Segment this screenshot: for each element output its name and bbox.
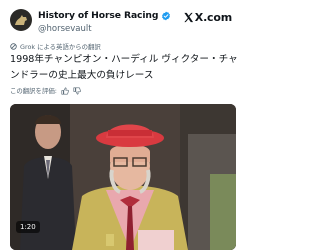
- grok-icon: [10, 43, 17, 50]
- video-thumbnail: [10, 104, 236, 250]
- handle[interactable]: @horsevault: [38, 24, 171, 34]
- thumbs-down-icon[interactable]: [73, 86, 81, 95]
- verified-badge-icon: [162, 11, 171, 20]
- horse-logo-icon: [15, 15, 27, 25]
- video-player[interactable]: 1:20: [10, 104, 236, 250]
- x-logo-icon: [184, 12, 193, 23]
- post-header: History of Horse Racing @horsevault X.co…: [10, 9, 236, 39]
- translation-note-text: Grok による英語からの翻訳: [20, 43, 101, 51]
- translation-note: Grok による英語からの翻訳: [10, 42, 101, 51]
- rate-translation-label: この翻訳を評価:: [10, 87, 57, 95]
- x-brand-link[interactable]: X.com: [183, 11, 232, 24]
- video-timestamp: 1:20: [16, 221, 40, 233]
- thumbs-up-icon[interactable]: [61, 86, 69, 95]
- display-name[interactable]: History of Horse Racing: [38, 10, 158, 21]
- x-brand-text: X.com: [194, 11, 232, 24]
- avatar[interactable]: [10, 9, 32, 31]
- post-text: 1998年チャンピオン・ハーディル ヴィクター・チャンドラーの史上最大の負けレー…: [10, 54, 238, 81]
- rate-translation: この翻訳を評価:: [10, 86, 81, 95]
